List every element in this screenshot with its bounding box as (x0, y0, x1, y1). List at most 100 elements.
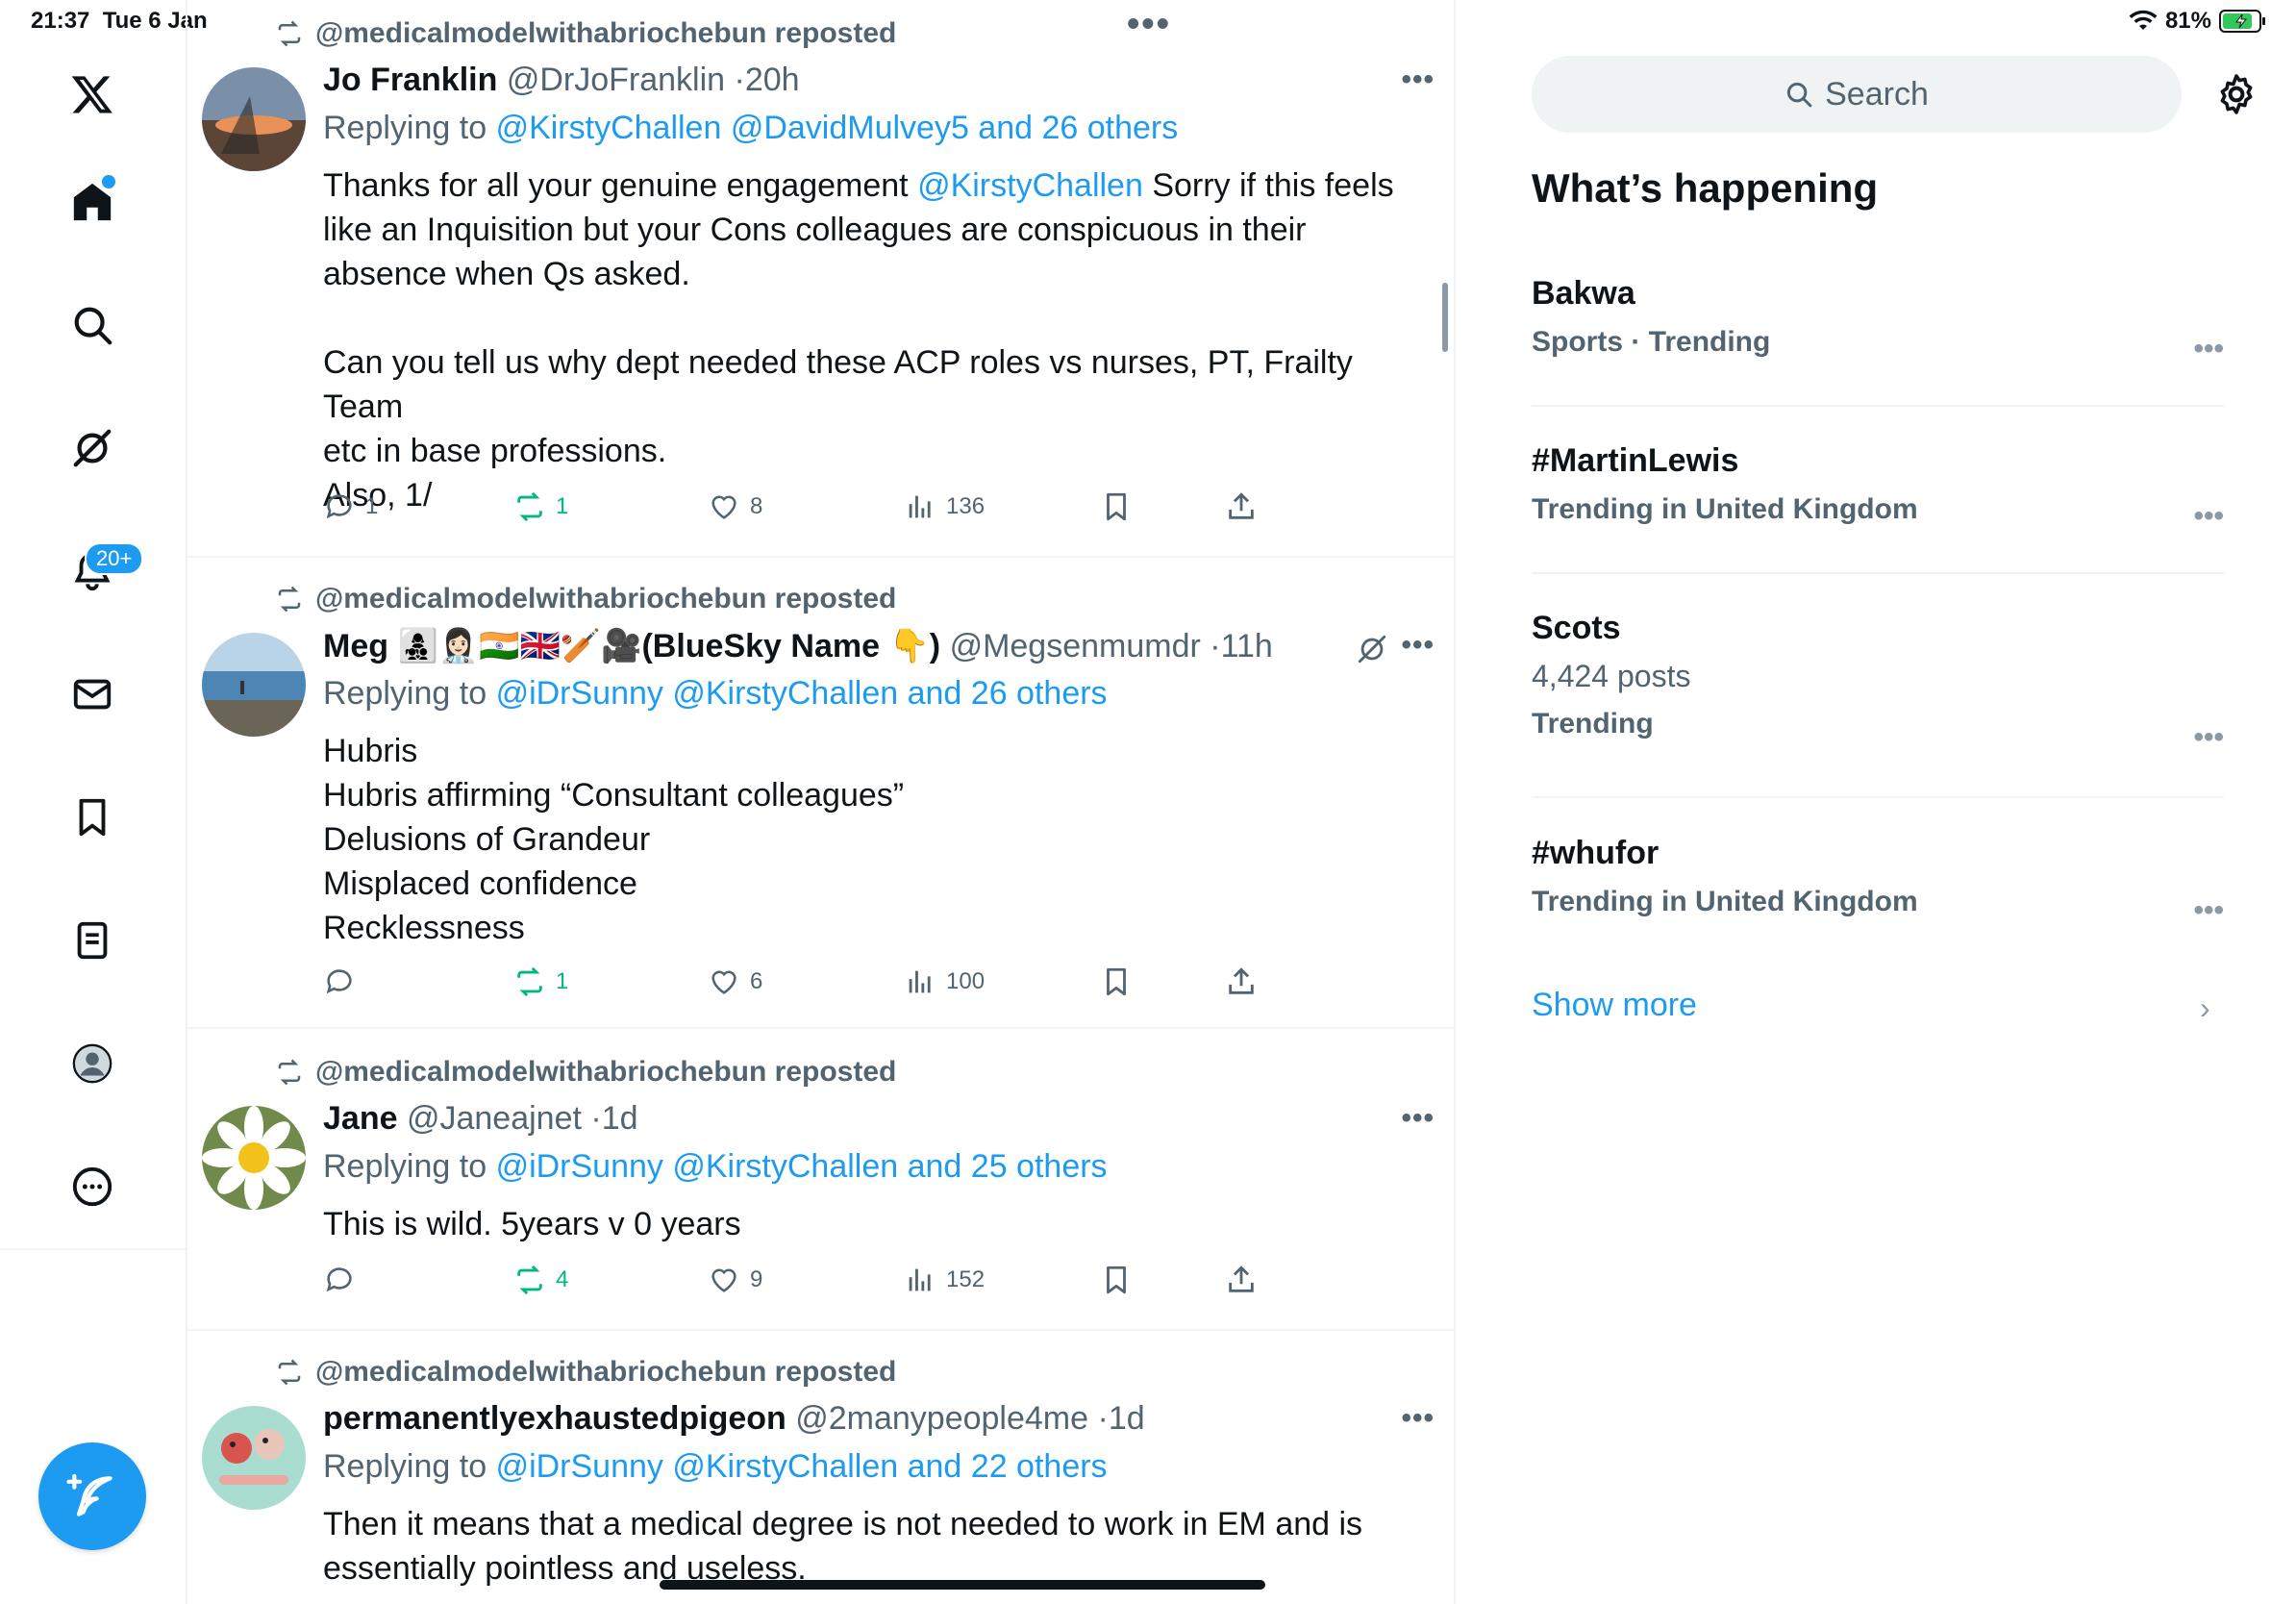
share-button[interactable] (1225, 490, 1258, 523)
replying-to-links[interactable]: @iDrSunny @KirstyChallen and 25 others (496, 1148, 1108, 1185)
replying-to-links[interactable]: @iDrSunny @KirstyChallen and 26 others (496, 675, 1108, 712)
views-button[interactable]: 100 (904, 965, 985, 998)
bookmarks-icon[interactable] (62, 787, 123, 848)
trend-item[interactable]: Bakwa Sports · Trending ••• (1532, 275, 2224, 364)
share-button[interactable] (1225, 965, 1258, 998)
repost-count: 4 (556, 1266, 569, 1292)
views-button[interactable]: 152 (904, 1264, 985, 1296)
x-logo-icon[interactable] (62, 63, 123, 125)
author-name[interactable]: Meg 👩‍👧‍👦👩🏻‍⚕️🇮🇳🇬🇧🏏🎥(BlueSky Name 👇) (323, 628, 940, 664)
trend-more-icon[interactable]: ••• (2193, 500, 2224, 533)
tweet-line: Misplaced confidence (323, 865, 637, 902)
bookmark-icon (1107, 1266, 1126, 1294)
more-options-icon[interactable] (62, 1156, 123, 1217)
trend-meta: Trending (1532, 708, 1654, 739)
reply-button[interactable] (323, 1264, 356, 1296)
tweet-card[interactable]: @medicalmodelwithabriochebun reposted Ja… (187, 1029, 1454, 1331)
replying-to-links[interactable]: @KirstyChallen @DavidMulvey5 and 26 othe… (496, 110, 1179, 146)
grok-icon[interactable] (62, 417, 123, 479)
tweet-more-icon[interactable]: ••• (1401, 63, 1435, 96)
tweet-card[interactable]: @medicalmodelwithabriochebun reposted Me… (187, 558, 1454, 1029)
home-indicator[interactable] (660, 1580, 1265, 1590)
trend-item[interactable]: #whufor Trending in United Kingdom ••• (1532, 835, 2224, 926)
avatar[interactable] (202, 1406, 306, 1510)
trend-name: #MartinLewis (1532, 442, 1739, 479)
avatar[interactable] (202, 633, 306, 737)
tweet-actions: 1 6 100 (323, 965, 1438, 1004)
profile-avatar-icon[interactable] (62, 1033, 123, 1094)
share-icon (1229, 967, 1254, 994)
tweet-line: etc in base professions. (323, 433, 667, 469)
whats-happening-heading: What’s happening (1532, 165, 1879, 211)
tweet-time[interactable]: 1d (1109, 1400, 1145, 1437)
trend-more-icon[interactable]: ••• (2193, 894, 2224, 927)
avatar[interactable] (202, 67, 306, 171)
search-input[interactable]: Search (1532, 56, 2182, 133)
mention-link[interactable]: @KirstyChallen (917, 167, 1143, 204)
timeline-feed[interactable]: @medicalmodelwithabriochebun reposted Jo… (187, 0, 1456, 1604)
trend-item[interactable]: Scots 4,424 posts Trending ••• (1532, 610, 2224, 753)
like-button[interactable]: 8 (708, 490, 762, 523)
chevron-right-icon[interactable]: › (2200, 990, 2210, 1026)
bookmark-button[interactable] (1100, 1264, 1133, 1296)
avatar[interactable] (202, 1106, 306, 1210)
settings-gear-icon[interactable] (2213, 71, 2259, 117)
trend-more-icon[interactable]: ••• (2193, 721, 2224, 754)
tweet-more-icon[interactable]: ••• (1401, 1402, 1435, 1435)
trend-post-count: 4,424 posts (1532, 659, 1691, 693)
like-button[interactable]: 6 (708, 965, 762, 998)
replying-to-links[interactable]: @iDrSunny @KirstyChallen and 22 others (496, 1448, 1108, 1485)
repost-button[interactable]: 1 (513, 965, 568, 998)
tweet-line: Hubris (323, 733, 418, 769)
author-name[interactable]: Jane (323, 1100, 398, 1137)
tweet-text: Thanks for all your genuine engagement @… (323, 163, 1438, 517)
author-handle[interactable]: @2manypeople4me (795, 1400, 1088, 1437)
views-count: 100 (946, 968, 986, 994)
tweet-time[interactable]: 11h (1221, 628, 1273, 664)
tweet-line: Thanks for all your genuine engagement (323, 167, 918, 204)
messages-icon[interactable] (62, 664, 123, 725)
repost-count: 1 (556, 493, 569, 519)
reply-button[interactable] (323, 965, 356, 998)
views-count: 152 (946, 1266, 986, 1292)
views-chart-icon (909, 970, 931, 993)
tweet-time[interactable]: 20h (745, 62, 800, 98)
author-handle[interactable]: @Janeajnet (407, 1100, 582, 1137)
trend-more-icon[interactable]: ••• (2193, 333, 2224, 365)
author-name[interactable]: permanentlyexhaustedpigeon (323, 1400, 786, 1437)
heart-icon (711, 495, 736, 519)
left-nav: 20+ (0, 0, 187, 1604)
author-handle[interactable]: @DrJoFranklin (507, 62, 725, 98)
bookmark-button[interactable] (1100, 965, 1133, 998)
tweet-text: Hubris Hubris affirming “Consultant coll… (323, 729, 1438, 950)
repost-button[interactable]: 1 (513, 490, 568, 523)
like-button[interactable]: 9 (708, 1264, 762, 1296)
trend-item[interactable]: #MartinLewis Trending in United Kingdom … (1532, 442, 2224, 532)
tweet-line: Can you tell us why dept needed these AC… (323, 344, 1353, 425)
tweet-line: Sorry if this feels (1142, 167, 1394, 204)
tweet-card[interactable]: @medicalmodelwithabriochebun reposted pe… (187, 1331, 1454, 1604)
bookmark-button[interactable] (1100, 490, 1133, 523)
battery-percent: 81% (2164, 8, 2211, 34)
grok-icon[interactable] (1356, 633, 1388, 665)
share-button[interactable] (1225, 1264, 1258, 1296)
share-icon (1229, 1266, 1254, 1292)
show-more-link[interactable]: Show more (1532, 987, 1697, 1024)
repost-button[interactable]: 4 (513, 1264, 568, 1296)
compose-post-button[interactable] (38, 1442, 146, 1550)
author-handle[interactable]: @Megsenmumdr (950, 628, 1201, 664)
trend-meta: Sports · Trending (1532, 326, 1771, 358)
repost-context: @medicalmodelwithabriochebun reposted (275, 583, 896, 615)
tweet-card[interactable]: @medicalmodelwithabriochebun reposted Jo… (187, 0, 1454, 558)
views-button[interactable]: 136 (904, 490, 985, 523)
search-icon[interactable] (62, 294, 123, 356)
repost-icon (278, 20, 301, 47)
reply-button[interactable]: 1 (323, 490, 378, 523)
tweet-time[interactable]: 1d (602, 1100, 638, 1137)
tweet-more-icon[interactable]: ••• (1401, 629, 1435, 662)
lists-icon[interactable] (62, 910, 123, 971)
feed-scrollbar[interactable] (1442, 283, 1448, 352)
tweet-more-icon[interactable]: ••• (1401, 1102, 1435, 1135)
author-name[interactable]: Jo Franklin (323, 62, 497, 98)
